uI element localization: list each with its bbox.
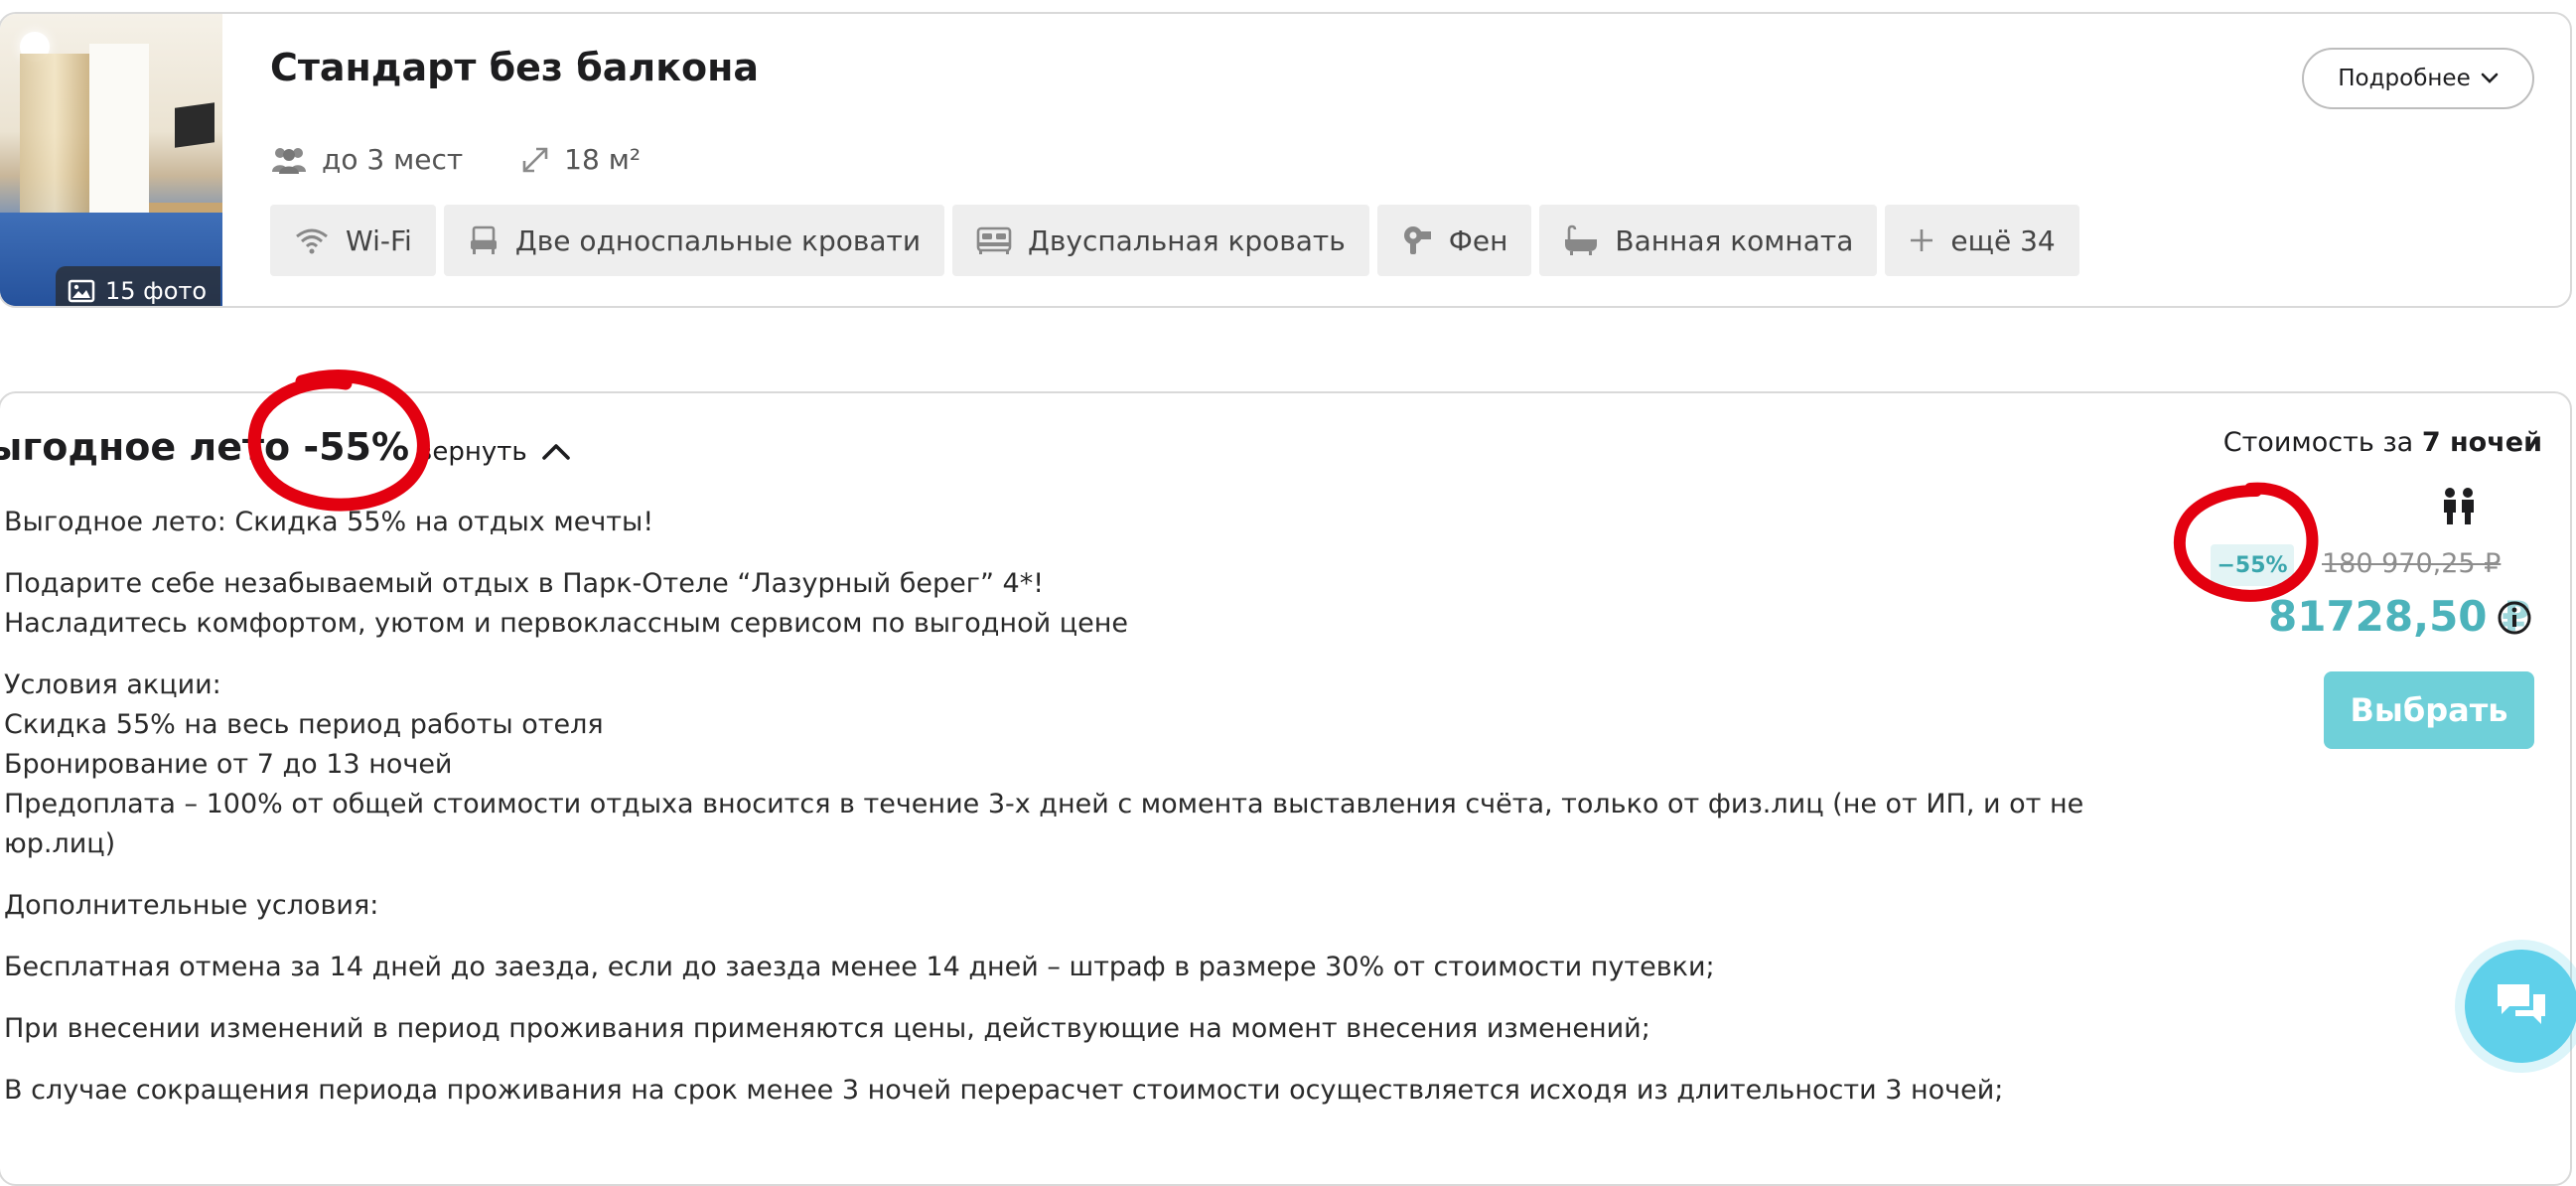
desc-conditions: Условия акции: Скидка 55% на весь период… <box>4 666 2089 864</box>
room-meta: до 3 мест 18 м² <box>270 143 641 176</box>
tariff-description: Выгодное лето: Скидка 55% на отдых мечты… <box>4 503 2089 1132</box>
area-label: 18 м² <box>564 143 642 176</box>
desc-intro: Выгодное лето: Скидка 55% на отдых мечты… <box>4 507 654 537</box>
amenity-label: Фен <box>1448 223 1508 257</box>
amenity-label: Ванная комната <box>1615 223 1854 257</box>
amenity-label: Wi-Fi <box>346 223 412 257</box>
amenity-more[interactable]: ещё 34 <box>1885 205 2079 276</box>
amenity-single-beds: Две односпальные кровати <box>443 205 945 276</box>
room-title: Стандарт без балкона <box>270 46 760 89</box>
desc-gift-line1: Подарите себе незабываемый отдых в Парк-… <box>4 568 1045 599</box>
hairdryer-icon <box>1403 226 1431 254</box>
select-button[interactable]: Выбрать <box>2324 671 2534 749</box>
chat-icon <box>2498 984 2545 1024</box>
amenity-hairdryer: Фен <box>1376 205 1532 276</box>
desc-extra: В случае сокращения периода проживания н… <box>4 1075 2004 1106</box>
cost-label: Стоимость за 7 ночей <box>2223 427 2542 458</box>
bathtub-icon <box>1565 224 1598 255</box>
desc-condition: Скидка 55% на весь период работы отеля <box>4 709 604 740</box>
new-price-value: 81728,50 <box>2268 592 2488 641</box>
photo-window <box>89 44 149 213</box>
wifi-icon <box>296 228 328 254</box>
desc-extra: Бесплатная отмена за 14 дней до заезда, … <box>4 952 1715 982</box>
photo-tv <box>175 102 215 148</box>
single-beds-icon <box>470 225 497 254</box>
photo-count-label: 15 фото <box>105 277 208 305</box>
desc-condition: юр.лиц) <box>4 828 116 859</box>
desc-extra: При внесении изменений в период проживан… <box>4 1013 1650 1044</box>
capacity-label: до 3 мест <box>322 143 464 176</box>
plus-icon <box>1911 229 1933 251</box>
chevron-up-icon <box>541 444 570 460</box>
desc-extra-title: Дополнительные условия: <box>4 890 379 921</box>
two-guests-icon <box>2444 488 2474 524</box>
cost-nights: 7 ночей <box>2421 427 2542 458</box>
photo-count-badge[interactable]: 15 фото <box>56 266 221 306</box>
image-icon <box>68 279 95 303</box>
amenity-bathroom: Ванная комната <box>1539 205 1878 276</box>
amenity-label: Двуспальная кровать <box>1028 223 1346 257</box>
chat-button[interactable] <box>2465 950 2576 1063</box>
collapse-label: вернуть <box>417 437 527 467</box>
tariff-title: ыгодное лето -55% <box>0 425 410 469</box>
cost-prefix: Стоимость за <box>2222 427 2414 458</box>
area-resize-icon <box>522 147 548 172</box>
more-details-button[interactable]: Подробнее <box>2302 48 2534 109</box>
desc-condition: Предоплата – 100% от общей стоимости отд… <box>4 789 2084 819</box>
desc-condition: Бронирование от 7 до 13 ночей <box>4 749 453 780</box>
amenity-wifi: Wi-Fi <box>270 205 436 276</box>
desc-conditions-title: Условия акции: <box>4 669 221 700</box>
people-icon <box>272 147 306 174</box>
more-details-label: Подробнее <box>2338 66 2471 91</box>
amenities-list: Wi-Fi Две односпальные кровати Двуспальн… <box>270 205 2079 276</box>
double-bed-icon <box>976 226 1012 254</box>
room-photo[interactable]: 15 фото <box>0 14 222 306</box>
amenity-double-bed: Двуспальная кровать <box>952 205 1369 276</box>
discount-badge: −55% <box>2211 544 2294 586</box>
info-icon[interactable] <box>2497 600 2532 636</box>
desc-gift-line2: Насладитесь комфортом, уютом и первоклас… <box>4 608 1128 639</box>
amenity-label: Две односпальные кровати <box>514 223 922 257</box>
collapse-link[interactable]: вернуть <box>417 437 571 467</box>
desc-gift: Подарите себе незабываемый отдых в Парк-… <box>4 564 2089 644</box>
new-price: 81728,50 ₽ <box>2268 592 2530 641</box>
old-price: 180 970,25 ₽ <box>2322 548 2502 579</box>
amenity-label: ещё 34 <box>1950 223 2056 257</box>
chevron-down-icon <box>2481 73 2499 83</box>
